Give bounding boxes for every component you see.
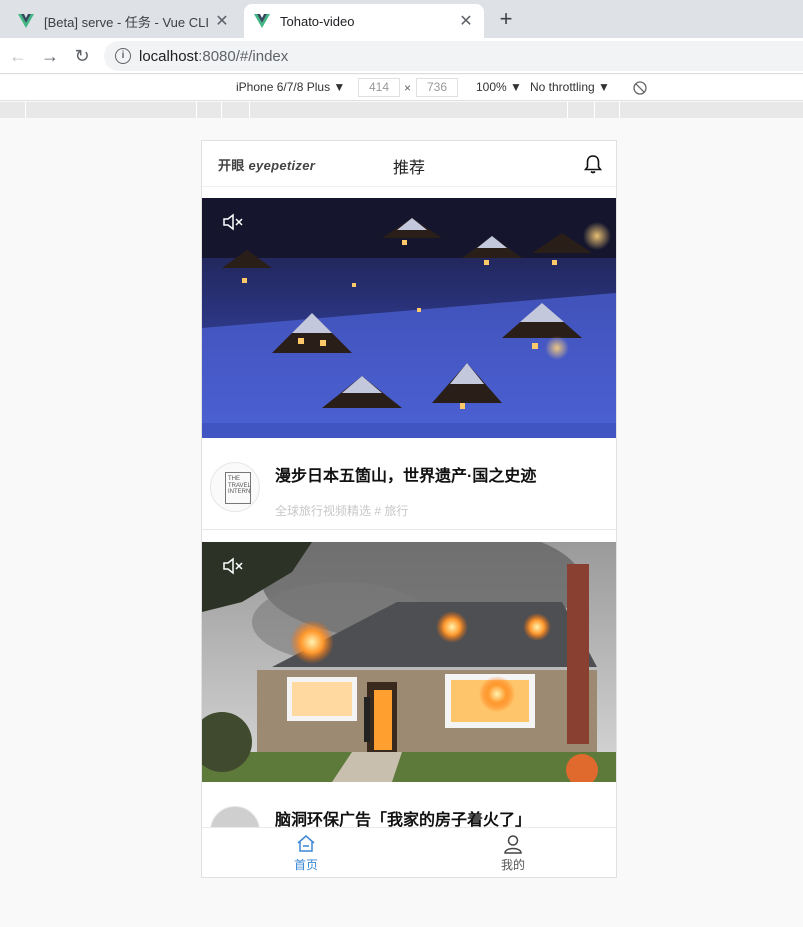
user-icon bbox=[504, 835, 522, 854]
width-input[interactable]: 414 bbox=[358, 78, 400, 97]
close-tab-icon[interactable]: ✕ bbox=[212, 11, 232, 31]
video-card[interactable]: 脑洞环保广告「我家的房子着火了」 bbox=[202, 542, 616, 874]
video-info: THE TRAVEL INTERN 漫步日本五箇山，世界遗产·国之史迹 全球旅行… bbox=[202, 438, 616, 530]
reload-icon[interactable]: ↻ bbox=[70, 44, 94, 68]
snowy-village-image bbox=[202, 198, 616, 438]
video-meta: 全球旅行视频精选 # 旅行 bbox=[275, 504, 409, 518]
tab-home[interactable]: 首页 bbox=[256, 832, 356, 873]
tab-label: 首页 bbox=[293, 858, 318, 872]
media-query-ruler bbox=[0, 102, 803, 118]
new-tab-button[interactable]: + bbox=[494, 8, 518, 32]
video-feed: THE TRAVEL INTERN 漫步日本五箇山，世界遗产·国之史迹 全球旅行… bbox=[202, 198, 616, 874]
vue-logo-icon bbox=[254, 14, 270, 28]
zoom-select[interactable]: 100% ▼ bbox=[476, 80, 522, 94]
tab-profile[interactable]: 我的 bbox=[463, 832, 563, 873]
device-toolbar: iPhone 6/7/8 Plus ▼ 414 × 736 100% ▼ No … bbox=[0, 75, 803, 101]
rotate-disabled-icon[interactable] bbox=[633, 81, 647, 95]
info-icon[interactable]: i bbox=[115, 48, 131, 64]
tab-label: 我的 bbox=[500, 858, 525, 872]
vue-logo-icon bbox=[18, 14, 34, 28]
page-title: 推荐 bbox=[392, 160, 425, 177]
home-icon bbox=[297, 835, 315, 852]
app-header: 开眼 eyepetizer 推荐 bbox=[202, 141, 616, 187]
video-thumbnail[interactable] bbox=[202, 542, 616, 782]
burning-house-image bbox=[202, 542, 616, 782]
close-tab-icon[interactable]: ✕ bbox=[456, 11, 476, 31]
browser-tab-vue-cli[interactable]: [Beta] serve - 任务 - Vue CLI ✕ bbox=[8, 4, 240, 38]
video-card[interactable]: THE TRAVEL INTERN 漫步日本五箇山，世界遗产·国之史迹 全球旅行… bbox=[202, 198, 616, 530]
bottom-navigation: 首页 我的 bbox=[202, 827, 616, 877]
phone-viewport: 开眼 eyepetizer 推荐 THE TRAVEL INTERN 漫步日本五… bbox=[201, 140, 617, 878]
url-text: localhost:8080/#/index bbox=[139, 47, 289, 65]
omnibox[interactable]: i localhost:8080/#/index bbox=[104, 41, 803, 71]
forward-icon[interactable]: → bbox=[38, 44, 62, 68]
back-icon[interactable]: ← bbox=[6, 44, 30, 68]
browser-tab-strip: [Beta] serve - 任务 - Vue CLI ✕ Tohato-vid… bbox=[0, 0, 803, 38]
device-select[interactable]: iPhone 6/7/8 Plus ▼ bbox=[236, 80, 345, 94]
author-avatar[interactable]: THE TRAVEL INTERN bbox=[210, 462, 260, 512]
video-thumbnail[interactable] bbox=[202, 198, 616, 438]
throttling-select[interactable]: No throttling ▼ bbox=[530, 80, 610, 94]
bell-icon[interactable] bbox=[584, 154, 602, 174]
tab-title: [Beta] serve - 任务 - Vue CLI bbox=[44, 14, 209, 30]
video-title[interactable]: 漫步日本五箇山，世界遗产·国之史迹 bbox=[275, 462, 536, 486]
height-input[interactable]: 736 bbox=[416, 78, 458, 97]
mute-icon[interactable] bbox=[222, 212, 244, 232]
tab-title: Tohato-video bbox=[280, 13, 355, 29]
address-bar: ← → ↻ i localhost:8080/#/index bbox=[0, 38, 803, 74]
mute-icon[interactable] bbox=[222, 556, 244, 576]
browser-tab-tohato-video[interactable]: Tohato-video ✕ bbox=[244, 4, 484, 38]
times-sign: × bbox=[404, 81, 412, 95]
